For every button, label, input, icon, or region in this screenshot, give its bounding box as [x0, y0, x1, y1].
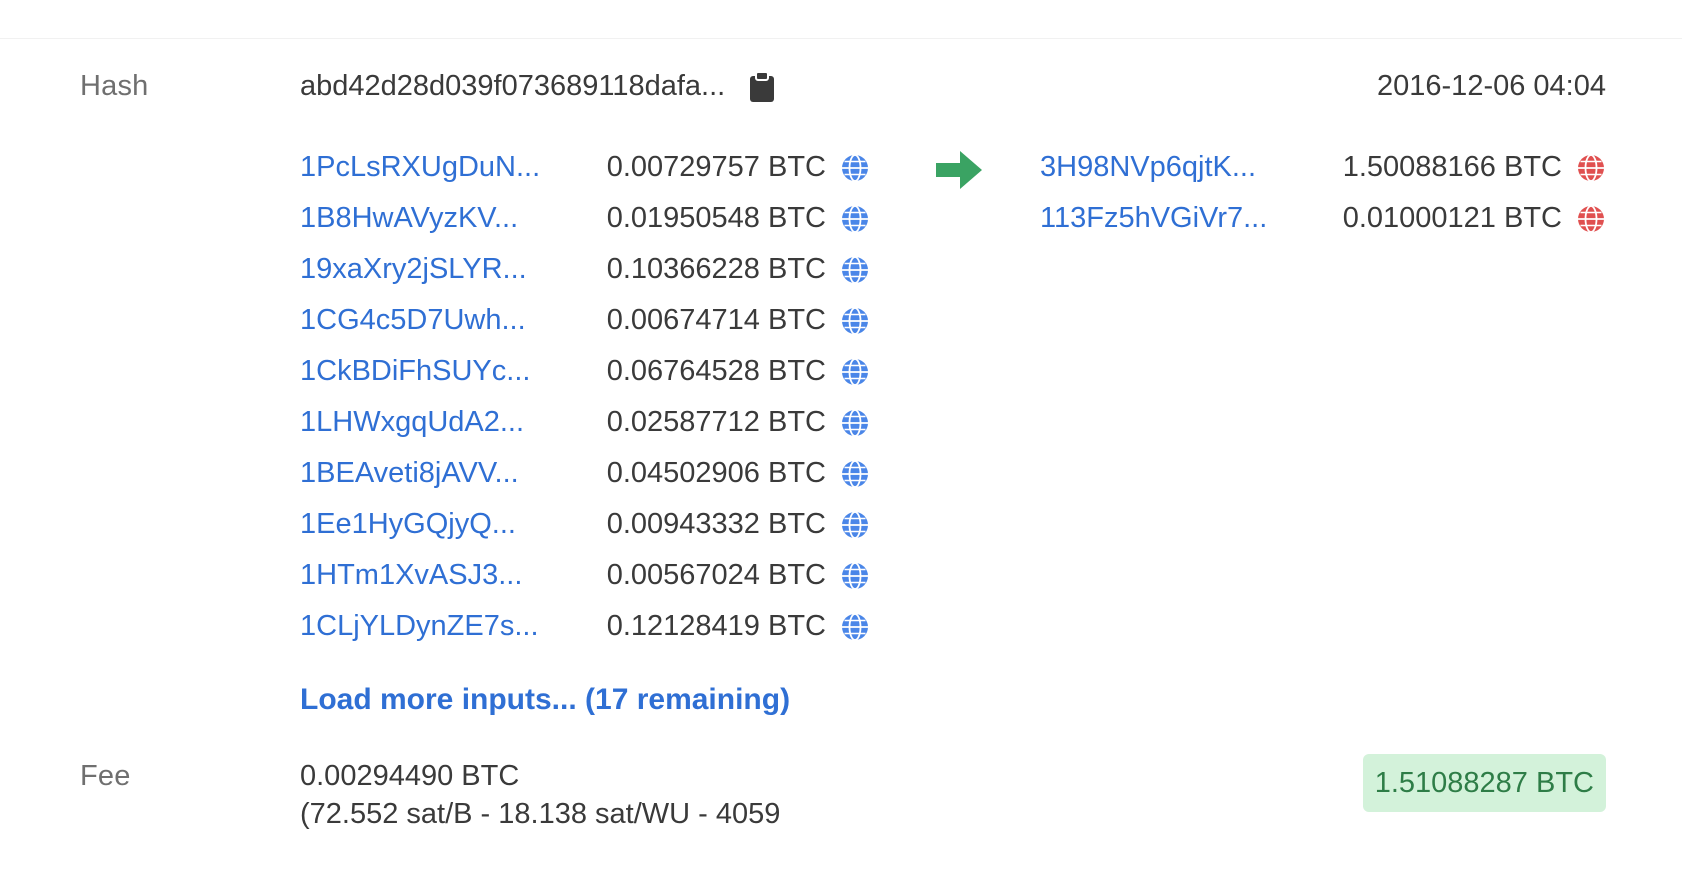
input-row: 1HTm1XvASJ3... 0.00567024 BTC [300, 550, 870, 601]
fee-label: Fee [80, 760, 131, 792]
input-row-address-link[interactable]: 1CkBDiFhSUYc... [300, 355, 572, 388]
load-more-inputs-link[interactable]: Load more inputs... (17 remaining) [300, 683, 790, 717]
outputs-list: 3H98NVp6qjtK... 1.50088166 BTC 113Fz5hVGiV… [1040, 142, 1606, 244]
globe-icon[interactable] [840, 510, 870, 540]
input-row: 1CLjYLDynZE7s... 0.12128419 BTC [300, 601, 870, 652]
input-row-amount: 0.00674714 BTC [606, 304, 826, 336]
tx-timestamp: 2016-12-06 04:04 [1377, 70, 1606, 102]
input-row-address-link[interactable]: 1B8HwAVyzKV... [300, 202, 572, 235]
input-row-amount: 0.00943332 BTC [606, 508, 826, 540]
output-row-amount: 0.01000121 BTC [1342, 202, 1562, 234]
input-row: 1CG4c5D7Uwh... 0.00674714 BTC [300, 295, 870, 346]
globe-icon[interactable] [840, 306, 870, 336]
globe-icon[interactable] [840, 459, 870, 489]
output-row-amount: 1.50088166 BTC [1342, 151, 1562, 183]
output-row: 113Fz5hVGiVr7... 0.01000121 BTC [1040, 193, 1606, 244]
globe-icon[interactable] [840, 255, 870, 285]
input-row: 1LHWxgqUdA2... 0.02587712 BTC [300, 397, 870, 448]
input-row-address-link[interactable]: 1PcLsRXUgDuN... [300, 151, 572, 184]
input-row-amount: 0.10366228 BTC [606, 253, 826, 285]
input-row: 1PcLsRXUgDuN... 0.00729757 BTC [300, 142, 870, 193]
output-row: 3H98NVp6qjtK... 1.50088166 BTC [1040, 142, 1606, 193]
hash-row: abd42d28d039f073689118dafa... [300, 70, 775, 103]
inputs-list: 1PcLsRXUgDuN... 0.00729757 BTC 1B8HwAVyzKV… [300, 142, 870, 652]
fee-rate: (72.552 sat/B - 18.138 sat/WU - 4059 [300, 798, 781, 830]
input-row-address-link[interactable]: 1Ee1HyGQjyQ... [300, 508, 572, 541]
total-amount-badge: 1.51088287 BTC [1362, 754, 1606, 812]
input-row-amount: 0.04502906 BTC [606, 457, 826, 489]
input-row: 1CkBDiFhSUYc... 0.06764528 BTC [300, 346, 870, 397]
globe-icon[interactable] [1576, 153, 1606, 183]
tx-hash-link[interactable]: abd42d28d039f073689118dafa... [300, 70, 725, 103]
input-row-amount: 0.06764528 BTC [606, 355, 826, 387]
input-row: 1Ee1HyGQjyQ... 0.00943332 BTC [300, 499, 870, 550]
input-row-amount: 0.00729757 BTC [606, 151, 826, 183]
input-row-amount: 0.02587712 BTC [606, 406, 826, 438]
output-row-address-link[interactable]: 3H98NVp6qjtK... [1040, 151, 1302, 184]
input-row-address-link[interactable]: 19xaXry2jSLYR... [300, 253, 572, 286]
transaction-card: Hash abd42d28d039f073689118dafa... 2016-… [0, 0, 1682, 896]
globe-icon[interactable] [840, 408, 870, 438]
input-row-address-link[interactable]: 1CLjYLDynZE7s... [300, 610, 572, 643]
globe-icon[interactable] [840, 612, 870, 642]
clipboard-icon[interactable] [749, 70, 775, 103]
input-row-amount: 0.00567024 BTC [606, 559, 826, 591]
input-row-address-link[interactable]: 1CG4c5D7Uwh... [300, 304, 572, 337]
hash-label: Hash [80, 70, 149, 102]
input-row: 19xaXry2jSLYR... 0.10366228 BTC [300, 244, 870, 295]
globe-icon[interactable] [840, 357, 870, 387]
arrow-right-icon [936, 151, 982, 189]
fee-amount: 0.00294490 BTC [300, 760, 520, 792]
input-row: 1B8HwAVyzKV... 0.01950548 BTC [300, 193, 870, 244]
input-row: 1BEAveti8jAVV... 0.04502906 BTC [300, 448, 870, 499]
globe-icon[interactable] [840, 204, 870, 234]
input-row-address-link[interactable]: 1LHWxgqUdA2... [300, 406, 572, 439]
input-row-address-link[interactable]: 1BEAveti8jAVV... [300, 457, 572, 490]
input-row-amount: 0.01950548 BTC [606, 202, 826, 234]
output-row-address-link[interactable]: 113Fz5hVGiVr7... [1040, 202, 1302, 235]
input-row-address-link[interactable]: 1HTm1XvASJ3... [300, 559, 572, 592]
globe-icon[interactable] [1576, 204, 1606, 234]
globe-icon[interactable] [840, 561, 870, 591]
globe-icon[interactable] [840, 153, 870, 183]
input-row-amount: 0.12128419 BTC [606, 610, 826, 642]
